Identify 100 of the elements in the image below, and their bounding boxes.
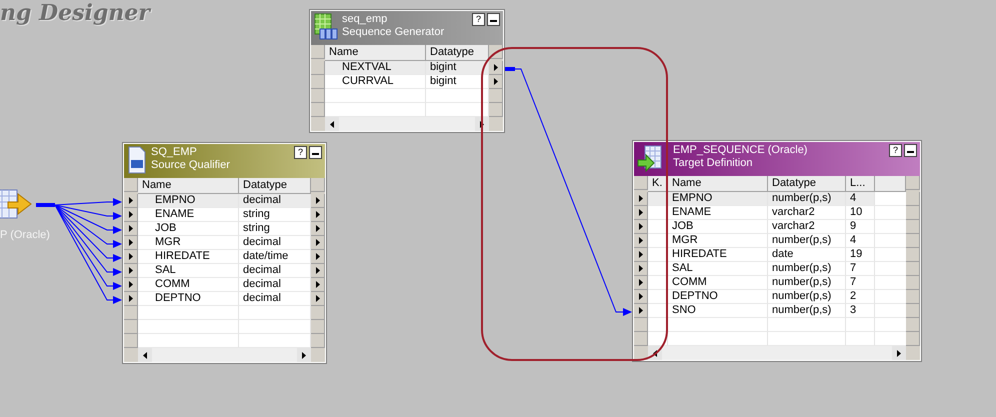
table-cell: number(p,s) bbox=[768, 234, 846, 248]
table-cell: date bbox=[768, 248, 846, 262]
port-cell[interactable] bbox=[124, 236, 138, 250]
port-cell[interactable] bbox=[311, 236, 325, 250]
port-name: DEPTNO bbox=[138, 292, 239, 306]
port-name: CURRVAL bbox=[325, 75, 426, 89]
port-cell[interactable] bbox=[124, 292, 138, 306]
port-cell[interactable] bbox=[634, 290, 648, 304]
port-cell[interactable] bbox=[634, 262, 648, 276]
port-name: HIREDATE bbox=[668, 248, 768, 262]
port-name: SNO bbox=[668, 304, 768, 318]
row-header bbox=[906, 206, 920, 220]
transformation-type: Source Qualifier bbox=[151, 159, 231, 172]
port-cell[interactable] bbox=[489, 61, 503, 75]
column-header[interactable]: Datatype bbox=[768, 176, 846, 192]
table-cell: decimal bbox=[239, 278, 311, 292]
row-header bbox=[906, 176, 920, 190]
grid-numbers-icon bbox=[314, 13, 338, 41]
scroll-right-icon[interactable] bbox=[480, 120, 484, 128]
port-cell[interactable] bbox=[124, 208, 138, 222]
transformation-window[interactable] bbox=[633, 141, 921, 361]
port-cell[interactable] bbox=[311, 222, 325, 236]
transformation-window[interactable]: seq_emp Sequence Generator ? Name Datatype NEXTVAL bigint CURRVAL bigint bbox=[310, 10, 504, 132]
minimize-button[interactable] bbox=[904, 144, 917, 157]
column-header[interactable]: Datatype bbox=[239, 178, 311, 194]
row-header bbox=[489, 89, 503, 103]
help-button[interactable]: ? bbox=[294, 146, 307, 159]
row-header bbox=[906, 318, 920, 332]
table-cell: decimal bbox=[239, 194, 311, 208]
row-header bbox=[906, 234, 920, 248]
port-cell[interactable] bbox=[124, 264, 138, 278]
help-button[interactable]: ? bbox=[889, 144, 902, 157]
row-header bbox=[906, 290, 920, 304]
scroll-left-icon[interactable] bbox=[143, 352, 147, 358]
transformation-name: SQ_EMP bbox=[151, 146, 198, 159]
port-cell[interactable] bbox=[634, 234, 648, 248]
link-line[interactable] bbox=[54, 204, 122, 220]
port-cell[interactable] bbox=[634, 304, 648, 318]
table-cell: 2 bbox=[846, 290, 875, 304]
port-name: DEPTNO bbox=[668, 290, 768, 304]
scroll-right-icon[interactable] bbox=[302, 352, 306, 358]
port-name: JOB bbox=[668, 220, 768, 234]
port-name: HIREDATE bbox=[138, 250, 239, 264]
column-header[interactable]: L... bbox=[846, 176, 875, 192]
row-header bbox=[124, 334, 138, 348]
port-cell[interactable] bbox=[124, 278, 138, 292]
port-cell[interactable] bbox=[124, 194, 138, 208]
port-cell[interactable] bbox=[311, 292, 325, 306]
port-cell[interactable] bbox=[489, 75, 503, 89]
horizontal-scrollbar[interactable] bbox=[325, 117, 489, 131]
row-header bbox=[311, 306, 325, 320]
row-header bbox=[311, 320, 325, 334]
link-line[interactable] bbox=[54, 204, 122, 248]
scroll-right-icon[interactable] bbox=[897, 350, 901, 356]
table-cell: number(p,s) bbox=[768, 262, 846, 276]
port-cell[interactable] bbox=[634, 220, 648, 234]
row-header bbox=[906, 192, 920, 206]
link-line[interactable] bbox=[54, 204, 122, 234]
port-name: JOB bbox=[138, 222, 239, 236]
column-header[interactable]: K. bbox=[648, 176, 668, 192]
table-cell: 4 bbox=[846, 234, 875, 248]
table-cell: string bbox=[239, 208, 311, 222]
table-cell: 3 bbox=[846, 304, 875, 318]
column-header[interactable]: Name bbox=[138, 178, 239, 194]
column-header[interactable]: Datatype bbox=[426, 45, 489, 61]
minimize-button[interactable] bbox=[309, 146, 322, 159]
horizontal-scrollbar[interactable] bbox=[648, 346, 906, 360]
scroll-left-icon[interactable] bbox=[653, 350, 657, 356]
designer-title: ng Designer bbox=[0, 0, 150, 26]
row-header bbox=[906, 332, 920, 346]
transformation-type: Target Definition bbox=[673, 157, 754, 170]
document-icon bbox=[127, 146, 147, 174]
port-cell[interactable] bbox=[311, 194, 325, 208]
port-cell[interactable] bbox=[311, 208, 325, 222]
link-line[interactable] bbox=[54, 198, 122, 206]
table-cell: 9 bbox=[846, 220, 875, 234]
port-name: SAL bbox=[138, 264, 239, 278]
port-cell[interactable] bbox=[634, 276, 648, 290]
port-name: ENAME bbox=[138, 208, 239, 222]
row-header bbox=[634, 176, 648, 190]
link-line[interactable] bbox=[54, 204, 122, 262]
transformation-window[interactable]: SQ_EMP Source Qualifier ? Name Datatype EMPNO decimal ENAME string JOB string MGR decimal HIREDATE date/time SAL decimal COMM decimal DEPTNO decimal bbox=[123, 143, 326, 363]
port-cell[interactable] bbox=[124, 222, 138, 236]
port-cell[interactable] bbox=[634, 192, 648, 206]
port-name: MGR bbox=[138, 236, 239, 250]
help-button[interactable]: ? bbox=[472, 13, 485, 26]
column-header[interactable]: Name bbox=[325, 45, 426, 61]
port-cell[interactable] bbox=[311, 278, 325, 292]
port-cell[interactable] bbox=[311, 250, 325, 264]
table-cell: number(p,s) bbox=[768, 290, 846, 304]
scroll-left-icon[interactable] bbox=[330, 120, 334, 128]
port-cell[interactable] bbox=[311, 264, 325, 278]
column-header[interactable]: Name bbox=[668, 176, 768, 192]
table-cell: decimal bbox=[239, 236, 311, 250]
port-cell[interactable] bbox=[124, 250, 138, 264]
port-cell[interactable] bbox=[634, 206, 648, 220]
horizontal-scrollbar[interactable] bbox=[138, 348, 311, 362]
port-cell[interactable] bbox=[634, 248, 648, 262]
table-cell: varchar2 bbox=[768, 220, 846, 234]
minimize-button[interactable] bbox=[487, 13, 500, 26]
